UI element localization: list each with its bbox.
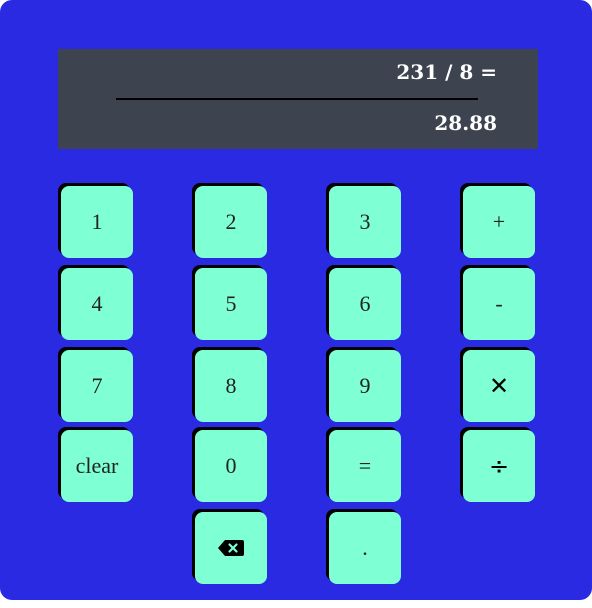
key-multiply[interactable]: ✕ xyxy=(463,350,535,422)
key-0[interactable]: 0 xyxy=(195,430,267,502)
calculator: 231 / 8 = 28.88 1 2 3 + 4 5 6 - 7 8 9 ✕ … xyxy=(0,0,592,600)
key-clear[interactable]: clear xyxy=(61,430,133,502)
key-4[interactable]: 4 xyxy=(61,268,133,340)
display-divider xyxy=(116,98,478,100)
divide-icon: ÷ xyxy=(488,452,510,480)
result-display: 28.88 xyxy=(434,111,497,135)
key-plus[interactable]: + xyxy=(463,186,535,258)
key-8[interactable]: 8 xyxy=(195,350,267,422)
key-5[interactable]: 5 xyxy=(195,268,267,340)
key-6[interactable]: 6 xyxy=(329,268,401,340)
key-1[interactable]: 1 xyxy=(61,186,133,258)
expression-display: 231 / 8 = xyxy=(396,60,497,84)
key-equals[interactable]: = xyxy=(329,430,401,502)
backspace-icon xyxy=(218,540,244,556)
key-3[interactable]: 3 xyxy=(329,186,401,258)
key-backspace[interactable] xyxy=(195,512,267,584)
key-minus[interactable]: - xyxy=(463,268,535,340)
multiply-icon: ✕ xyxy=(488,372,510,400)
key-9[interactable]: 9 xyxy=(329,350,401,422)
display-panel: 231 / 8 = 28.88 xyxy=(58,49,538,149)
key-7[interactable]: 7 xyxy=(61,350,133,422)
key-divide[interactable]: ÷ xyxy=(463,430,535,502)
key-2[interactable]: 2 xyxy=(195,186,267,258)
key-decimal[interactable]: . xyxy=(329,512,401,584)
